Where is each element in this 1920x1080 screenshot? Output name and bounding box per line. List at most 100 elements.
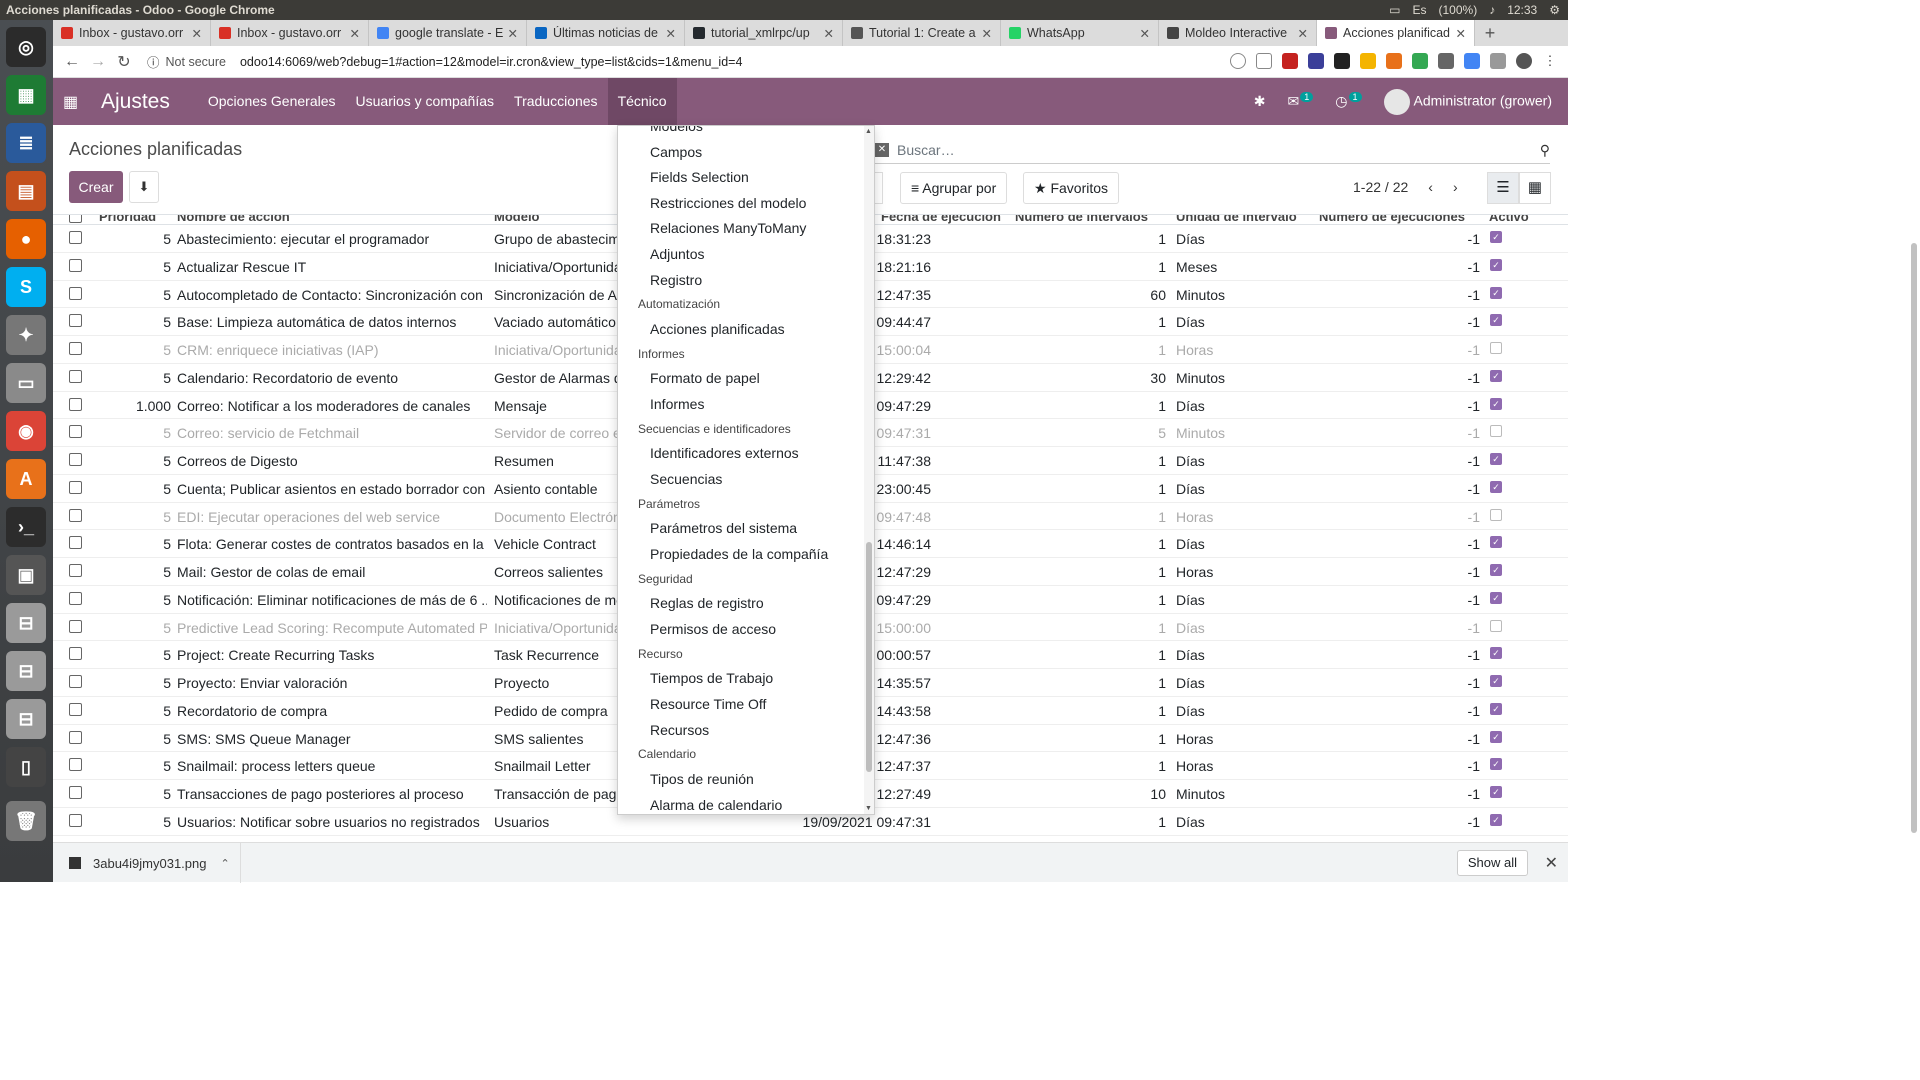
header-next-execution[interactable]: Fecha de ejecución [881, 215, 1001, 224]
workspace-switcher-icon[interactable]: ▣ [6, 555, 46, 595]
tab-close-icon[interactable]: ✕ [508, 26, 518, 41]
dropdown-menu-item[interactable]: Fields Selection [650, 169, 749, 185]
battery-icon[interactable]: ▭ [1389, 3, 1400, 17]
tab-close-icon[interactable]: ✕ [350, 26, 360, 41]
active-checkbox[interactable]: ✓ [1490, 702, 1502, 715]
extension-icon-3[interactable] [1334, 53, 1350, 69]
chrome-menu-icon[interactable]: ⋮ [1542, 53, 1558, 69]
search-icon[interactable]: ⚲ [1540, 142, 1550, 159]
system-settings-icon[interactable]: ✦ [6, 315, 46, 355]
header-number-calls[interactable]: Número de ejecuciones [1319, 215, 1465, 224]
active-checkbox[interactable]: ✓ [1490, 480, 1502, 493]
extension-icon-5[interactable] [1386, 53, 1402, 69]
browser-tab-6[interactable]: WhatsApp ✕ [1001, 20, 1159, 46]
dropdown-menu-item[interactable]: Acciones planificadas [650, 321, 785, 337]
header-active[interactable]: Activo [1489, 215, 1529, 224]
active-checkbox[interactable]: ✓ [1490, 258, 1502, 271]
apps-menu-icon[interactable]: ▦ [63, 92, 97, 112]
drive-icon-3[interactable]: ⊟ [6, 699, 46, 739]
keyboard-layout[interactable]: Es [1413, 3, 1427, 17]
row-select-checkbox[interactable] [69, 591, 82, 605]
row-select-checkbox[interactable] [69, 702, 82, 716]
scrollbar-thumb[interactable] [1911, 243, 1917, 833]
terminal-icon[interactable]: ›_ [6, 507, 46, 547]
tab-close-icon[interactable]: ✕ [824, 26, 834, 41]
close-icon[interactable]: ✕ [1545, 853, 1558, 873]
reload-icon[interactable]: ↻ [111, 52, 137, 72]
row-select-checkbox[interactable] [69, 647, 82, 661]
menu-translations[interactable]: Traducciones [504, 78, 608, 125]
tab-close-icon[interactable]: ✕ [192, 26, 202, 41]
extension-icon-8[interactable] [1464, 53, 1480, 69]
header-interval-unit[interactable]: Unidad de intervalo [1176, 215, 1297, 224]
group-by-button[interactable]: ≡ Agrupar por [900, 172, 1008, 204]
active-checkbox[interactable]: ✓ [1490, 675, 1502, 687]
header-interval-number[interactable]: Número de intervalos [1015, 215, 1148, 224]
tab-close-icon[interactable]: ✕ [982, 26, 992, 41]
row-select-checkbox[interactable] [69, 314, 82, 328]
dropdown-menu-item[interactable]: Relaciones ManyToMany [650, 220, 806, 236]
browser-tab-7[interactable]: Moldeo Interactive ✕ [1159, 20, 1317, 46]
url-text[interactable]: odoo14:6069/web?debug=1#action=12&model=… [240, 55, 742, 69]
extension-icon-9[interactable] [1490, 53, 1506, 69]
active-checkbox[interactable]: ✓ [1490, 591, 1502, 604]
header-priority[interactable]: Prioridad [99, 215, 156, 224]
user-menu[interactable]: Administrator (grower) [1383, 88, 1552, 115]
info-icon[interactable]: ⓘ [147, 52, 160, 71]
extension-icon-1[interactable] [1282, 53, 1298, 69]
activity-clock-icon[interactable]: ◷ 1 [1335, 92, 1362, 110]
pager-previous-icon[interactable]: ‹ [1428, 179, 1433, 195]
scroll-up-arrow-icon[interactable]: ▲ [865, 128, 872, 135]
row-select-checkbox[interactable] [69, 730, 82, 744]
scroll-down-arrow-icon[interactable]: ▼ [865, 805, 872, 812]
drive-icon-1[interactable]: ⊟ [6, 603, 46, 643]
browser-tab-3[interactable]: Últimas noticias de ✕ [527, 20, 685, 46]
menu-technical[interactable]: Técnico [607, 78, 677, 125]
row-select-checkbox[interactable] [69, 813, 82, 827]
menu-users-companies[interactable]: Usuarios y compañías [346, 78, 505, 125]
extension-icon-4[interactable] [1360, 53, 1376, 69]
address-bar[interactable]: ⓘ Not secure odoo14:6069/web?debug=1#act… [147, 52, 742, 71]
clear-facet-icon[interactable]: ✕ [875, 143, 889, 157]
debug-bug-icon[interactable]: ✱ [1254, 93, 1266, 110]
dropdown-menu-item[interactable]: Formato de papel [650, 370, 760, 386]
row-select-checkbox[interactable] [69, 536, 82, 550]
export-download-button[interactable]: ⬇ [129, 171, 159, 203]
new-tab-button[interactable]: + [1475, 20, 1505, 46]
select-all-checkbox[interactable] [69, 215, 82, 223]
active-checkbox[interactable]: ✓ [1490, 314, 1502, 327]
chevron-up-icon[interactable]: ⌃ [220, 857, 229, 870]
list-scrollbar[interactable] [1910, 215, 1918, 833]
active-checkbox[interactable] [1490, 508, 1502, 521]
row-select-checkbox[interactable] [69, 786, 82, 799]
tab-close-icon[interactable]: ✕ [666, 26, 676, 41]
active-checkbox[interactable]: ✓ [1490, 647, 1502, 660]
menu-general-settings[interactable]: Opciones Generales [198, 78, 346, 125]
settings-gear-icon[interactable]: ⚙ [1549, 3, 1560, 17]
row-select-checkbox[interactable] [69, 258, 82, 272]
dropdown-menu-item[interactable]: Campos [650, 144, 702, 160]
extension-icon-7[interactable] [1438, 53, 1454, 69]
favorites-button[interactable]: ★ Favoritos [1023, 172, 1120, 204]
browser-tab-1[interactable]: Inbox - gustavo.orr ✕ [211, 20, 369, 46]
list-view-button[interactable]: ☰ [1487, 172, 1519, 204]
active-checkbox[interactable]: ✓ [1490, 536, 1502, 549]
tab-close-icon[interactable]: ✕ [1140, 26, 1150, 41]
active-checkbox[interactable]: ✓ [1490, 397, 1502, 410]
trash-icon[interactable]: 🗑 [6, 801, 46, 841]
chrome-icon[interactable]: ◉ [6, 411, 46, 451]
dropdown-menu-item[interactable]: Tipos de reunión [650, 771, 754, 787]
browser-tab-2[interactable]: google translate - E ✕ [369, 20, 527, 46]
dropdown-menu-item[interactable]: Registro [650, 272, 702, 288]
filters-button-edge[interactable] [875, 172, 883, 204]
dropdown-menu-item[interactable]: Modelos [650, 126, 703, 134]
dropdown-menu-item[interactable]: Resource Time Off [650, 696, 766, 712]
row-select-checkbox[interactable] [69, 369, 82, 383]
active-checkbox[interactable] [1490, 342, 1502, 354]
active-checkbox[interactable] [1490, 619, 1502, 632]
dropdown-menu-item[interactable]: Informes [650, 396, 704, 412]
download-item[interactable]: 3abu4i9jmy031.png ⌃ [53, 843, 241, 883]
active-checkbox[interactable]: ✓ [1490, 786, 1502, 798]
active-checkbox[interactable]: ✓ [1490, 231, 1502, 243]
clock[interactable]: 12:33 [1507, 3, 1537, 17]
